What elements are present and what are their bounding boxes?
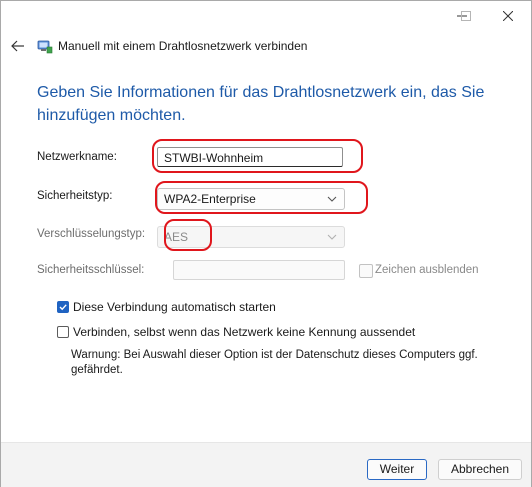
encryption-type-label: Verschlüsselungstyp: — [37, 228, 146, 240]
hide-characters-label: Zeichen ausblenden — [375, 264, 479, 276]
checkmark-icon — [59, 304, 67, 311]
privacy-warning-text: Warnung: Bei Auswahl dieser Option ist d… — [71, 349, 478, 376]
chevron-down-icon — [327, 196, 337, 202]
encryption-type-dropdown[interactable]: AES — [157, 226, 345, 248]
navigation-row: Manuell mit einem Drahtlosnetzwerk verbi… — [1, 31, 531, 61]
maximize-icon — [461, 11, 471, 21]
security-type-label: Sicherheitstyp: — [37, 190, 113, 202]
close-icon — [503, 11, 513, 21]
next-button[interactable]: Weiter — [367, 459, 427, 480]
encryption-type-value: AES — [164, 230, 189, 244]
hidden-network-label[interactable]: Verbinden, selbst wenn das Netzwerk kein… — [73, 325, 415, 339]
window-title: Manuell mit einem Drahtlosnetzwerk verbi… — [58, 39, 308, 53]
security-type-dropdown[interactable]: WPA2-Enterprise — [157, 188, 345, 210]
hide-characters-checkbox[interactable] — [359, 264, 373, 278]
network-name-input[interactable]: STWBI-Wohnheim — [157, 147, 343, 167]
network-name-label: Netzwerkname: — [37, 151, 117, 163]
page-heading: Geben Sie Informationen für das Drahtlos… — [37, 84, 485, 124]
chevron-down-icon — [327, 234, 337, 240]
title-bar — [1, 1, 531, 31]
cancel-button[interactable]: Abbrechen — [438, 459, 522, 480]
auto-start-checkbox[interactable] — [57, 301, 69, 313]
network-icon — [37, 40, 53, 54]
wireless-setup-dialog: Manuell mit einem Drahtlosnetzwerk verbi… — [0, 0, 532, 487]
back-arrow-icon — [11, 40, 24, 52]
maximize-button-visible[interactable] — [443, 1, 489, 31]
security-key-input[interactable] — [173, 260, 345, 280]
auto-start-label[interactable]: Diese Verbindung automatisch starten — [73, 300, 276, 314]
security-type-value: WPA2-Enterprise — [164, 192, 256, 206]
hidden-network-checkbox[interactable] — [57, 326, 69, 338]
back-button[interactable] — [7, 35, 29, 57]
security-key-label: Sicherheitsschlüssel: — [37, 264, 145, 276]
close-button[interactable] — [485, 1, 531, 31]
